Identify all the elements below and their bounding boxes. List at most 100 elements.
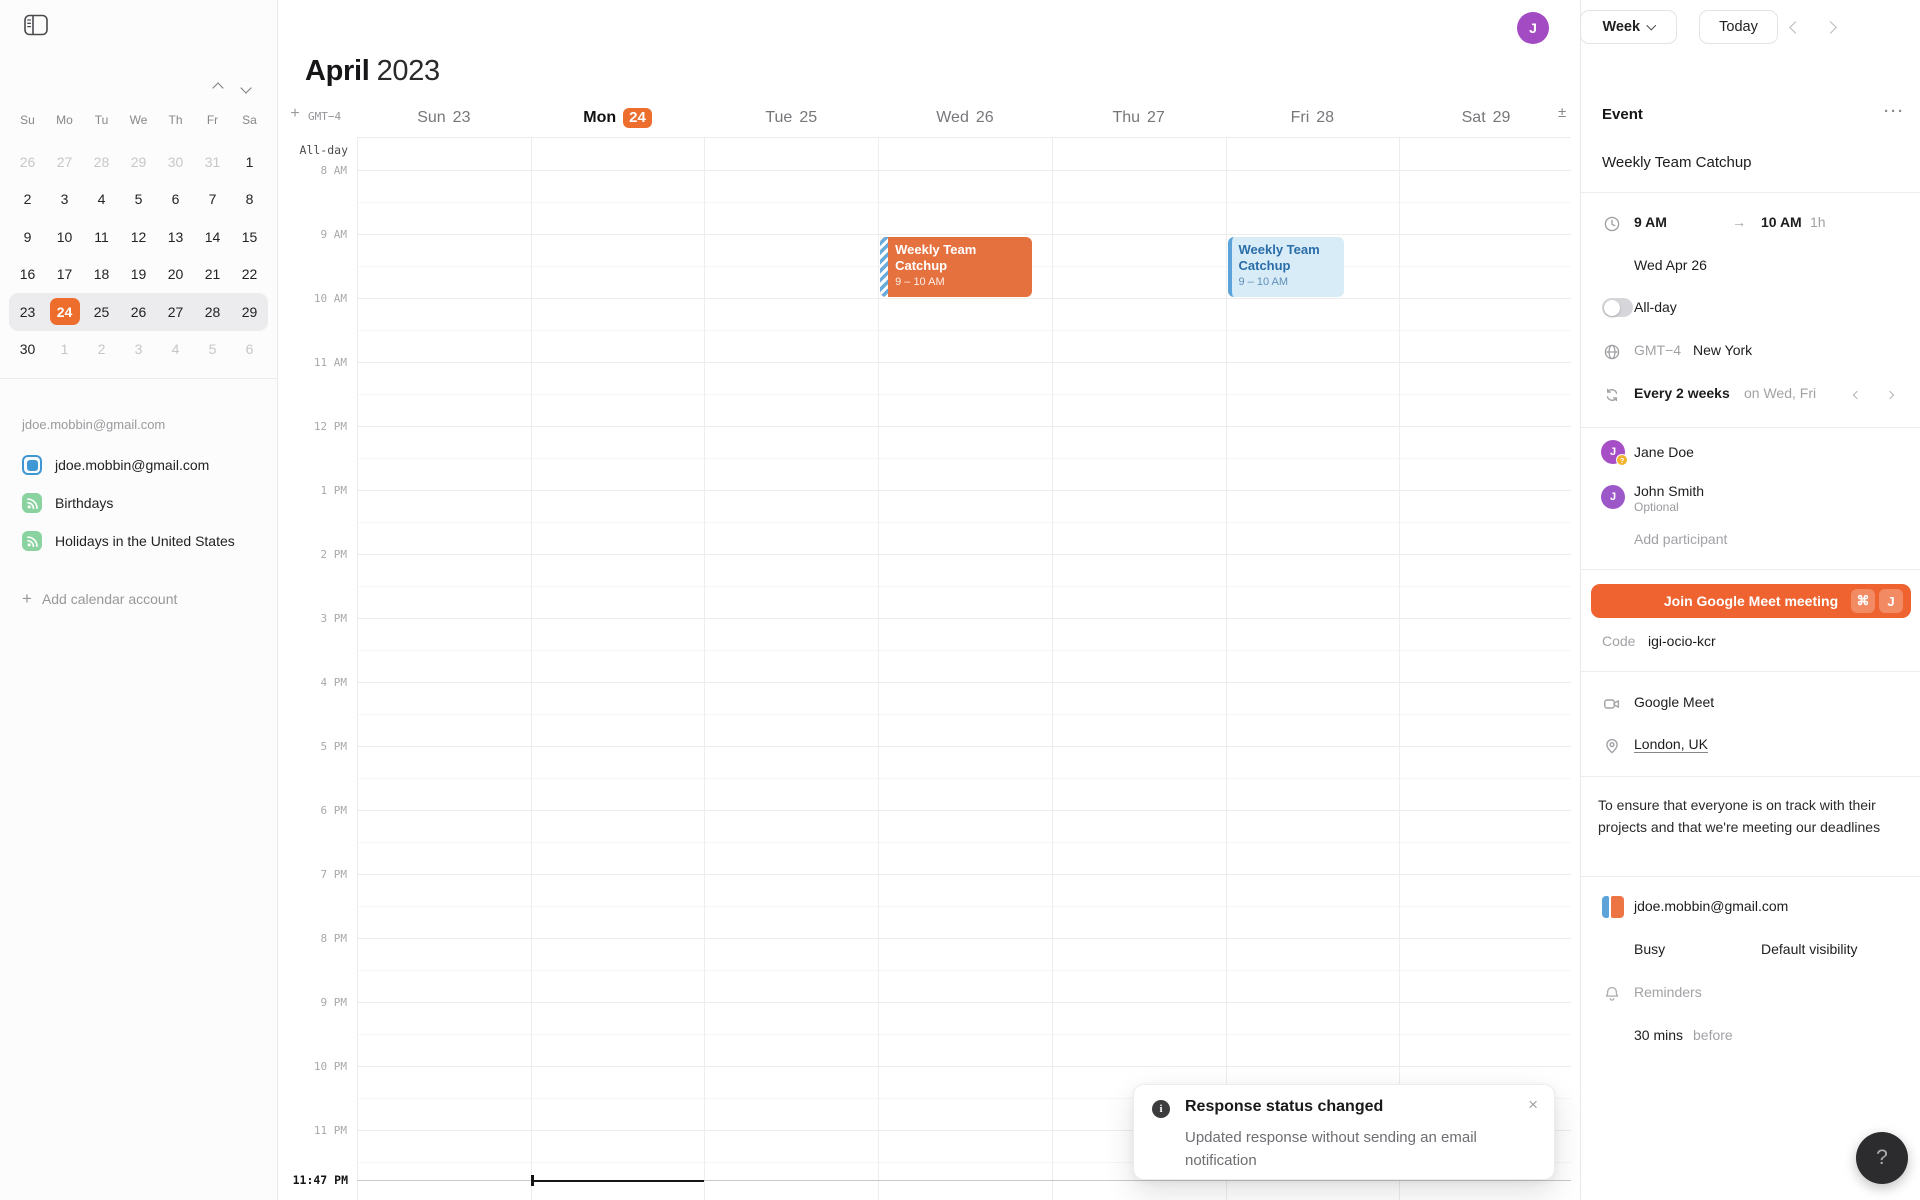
toast-body: Updated response without sending an emai… [1185, 1129, 1477, 1169]
mini-calendar-day[interactable]: 7 [194, 181, 231, 219]
view-selector-button[interactable]: Week [1580, 10, 1677, 44]
mini-calendar-today[interactable]: 24 [49, 298, 80, 326]
mini-calendar-day[interactable]: 9 [9, 218, 46, 256]
end-time[interactable]: 10 AM [1761, 214, 1802, 230]
day-header-fri[interactable]: Fri 28 [1226, 104, 1400, 132]
conference-label[interactable]: Google Meet [1634, 694, 1714, 710]
event-account[interactable]: jdoe.mobbin@gmail.com [1634, 898, 1788, 914]
event-date[interactable]: Wed Apr 26 [1634, 257, 1707, 273]
mini-calendar-day[interactable]: 2 [9, 181, 46, 219]
timezone-gutter-label[interactable]: GMT−4 [308, 110, 341, 123]
mini-calendar-day[interactable]: 28 [83, 143, 120, 181]
mini-calendar-day[interactable]: 26 [9, 143, 46, 181]
mini-calendar-day[interactable]: 22 [231, 256, 268, 294]
mini-calendar-week: 30 1 2 3 4 5 6 [9, 331, 268, 369]
mini-calendar-day[interactable]: 28 [194, 293, 231, 331]
timezone-city[interactable]: New York [1693, 342, 1752, 358]
prev-week-icon[interactable] [1780, 12, 1810, 42]
mini-calendar-day[interactable]: 29 [120, 143, 157, 181]
sidebar-toggle-icon[interactable] [22, 12, 50, 38]
next-week-icon[interactable] [1815, 12, 1845, 42]
mini-calendar-day[interactable]: 10 [46, 218, 83, 256]
join-google-meet-button[interactable]: Join Google Meet meeting ⌘ J [1591, 584, 1911, 618]
mini-calendar-day[interactable]: 3 [120, 331, 157, 369]
mini-calendar-day[interactable]: 15 [231, 218, 268, 256]
calendar-list-item[interactable]: Holidays in the United States [0, 522, 278, 560]
toast-title: Response status changed [1185, 1098, 1384, 1115]
visibility-setting[interactable]: Default visibility [1761, 941, 1857, 957]
mini-calendar-day[interactable]: 23 [9, 293, 46, 331]
day-header-sat[interactable]: Sat 29 [1399, 104, 1573, 132]
mini-calendar-day[interactable]: 4 [157, 331, 194, 369]
mini-calendar-day[interactable]: 8 [231, 181, 268, 219]
mini-calendar-day[interactable]: 20 [157, 256, 194, 294]
recurrence-prev-icon[interactable] [1849, 387, 1865, 403]
mini-cal-prev-icon[interactable] [206, 76, 230, 100]
timezone-offset[interactable]: GMT−4 [1634, 342, 1681, 358]
quick-add-event-button[interactable]: + [286, 105, 304, 125]
day-header-thu[interactable]: Thu 27 [1052, 104, 1226, 132]
day-header-label: Sat [1461, 109, 1486, 126]
mini-calendar-day[interactable]: 1 [46, 331, 83, 369]
mini-calendar-day[interactable]: 27 [157, 293, 194, 331]
reminder-value[interactable]: 30 mins [1634, 1027, 1683, 1043]
event-blue[interactable]: Weekly Team Catchup 9 – 10 AM [1227, 237, 1344, 297]
event-orange-striped[interactable]: Weekly Team Catchup 9 – 10 AM [880, 237, 1033, 297]
checkbox-checked-icon[interactable] [22, 455, 42, 475]
mini-calendar-day[interactable]: 2 [83, 331, 120, 369]
mini-calendar-day[interactable]: 3 [46, 181, 83, 219]
mini-calendar-day[interactable]: 30 [157, 143, 194, 181]
recurrence-next-icon[interactable] [1882, 387, 1898, 403]
start-time[interactable]: 9 AM [1634, 214, 1667, 230]
location-link[interactable]: London, UK [1634, 736, 1708, 752]
mini-calendar-day[interactable]: 30 [9, 331, 46, 369]
avatar[interactable]: J [1517, 12, 1549, 44]
mini-calendar-day[interactable]: 27 [46, 143, 83, 181]
recurrence[interactable]: Every 2 weeks [1634, 385, 1730, 401]
mini-cal-next-icon[interactable] [234, 76, 258, 100]
day-header-label: Mon [583, 109, 617, 126]
mini-calendar-day[interactable]: 12 [120, 218, 157, 256]
mini-calendar-day[interactable]: 17 [46, 256, 83, 294]
day-header-tue[interactable]: Tue 25 [704, 104, 878, 132]
mini-calendar-day[interactable]: 31 [194, 143, 231, 181]
mini-calendar-day[interactable]: 16 [9, 256, 46, 294]
busy-status[interactable]: Busy [1634, 941, 1665, 957]
mini-calendar-day[interactable]: 4 [83, 181, 120, 219]
mini-calendar-day[interactable]: 25 [83, 293, 120, 331]
add-calendar-account-button[interactable]: + Add calendar account [22, 590, 177, 607]
hour-gridline [357, 554, 1571, 555]
mini-calendar-day[interactable]: 21 [194, 256, 231, 294]
mini-calendar-day[interactable]: 1 [231, 143, 268, 181]
mini-calendar-day[interactable]: 26 [120, 293, 157, 331]
rss-icon[interactable] [22, 531, 42, 551]
day-header-number: 25 [799, 109, 818, 126]
day-header-wed[interactable]: Wed 26 [878, 104, 1052, 132]
calendar-list-item[interactable]: Birthdays [0, 484, 278, 522]
today-button[interactable]: Today [1699, 10, 1778, 44]
mini-calendar-day[interactable]: 11 [83, 218, 120, 256]
close-icon[interactable]: × [1528, 1095, 1538, 1115]
mini-calendar-day[interactable]: 5 [194, 331, 231, 369]
calendar-color-swatch[interactable] [1602, 896, 1624, 918]
mini-calendar-day[interactable]: 13 [157, 218, 194, 256]
mini-calendar-day[interactable]: 6 [231, 331, 268, 369]
mini-calendar-day[interactable]: 5 [120, 181, 157, 219]
calendar-list-item[interactable]: jdoe.mobbin@gmail.com [0, 446, 278, 484]
add-participant-field[interactable]: Add participant [1634, 531, 1727, 547]
all-day-toggle[interactable] [1602, 298, 1633, 317]
rss-icon[interactable] [22, 493, 42, 513]
more-options-icon[interactable]: ··· [1884, 103, 1905, 120]
mini-calendar-day[interactable]: 14 [194, 218, 231, 256]
mini-calendar-day[interactable]: 19 [120, 256, 157, 294]
day-header-sun[interactable]: Sun 23 [357, 104, 531, 132]
mini-calendar-day[interactable]: 18 [83, 256, 120, 294]
event-description[interactable]: To ensure that everyone is on track with… [1598, 795, 1903, 838]
mini-calendar-day[interactable]: 29 [231, 293, 268, 331]
code-value[interactable]: igi-ocio-kcr [1648, 633, 1716, 649]
day-header-mon[interactable]: Mon 24 [531, 104, 705, 132]
reminders-field[interactable]: Reminders [1634, 984, 1702, 1000]
help-button[interactable]: ? [1856, 1132, 1908, 1184]
mini-calendar-day[interactable]: 6 [157, 181, 194, 219]
event-title[interactable]: Weekly Team Catchup [1602, 154, 1752, 171]
